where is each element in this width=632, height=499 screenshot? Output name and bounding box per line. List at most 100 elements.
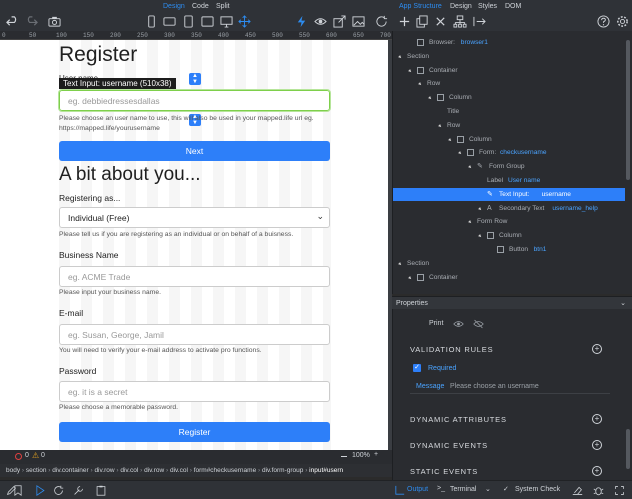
error-count[interactable]: 0 — [25, 452, 29, 459]
expand-toggle-icon[interactable]: ▲ — [473, 202, 486, 215]
tree-item[interactable]: Title — [393, 105, 625, 118]
add-static-event-icon[interactable]: + — [592, 466, 602, 476]
expand-toggle-icon[interactable]: ▲ — [403, 271, 416, 284]
expand-toggle-icon[interactable]: ▲ — [413, 78, 426, 91]
refresh-icon[interactable] — [375, 15, 389, 29]
expand-toggle-icon[interactable]: ▲ — [393, 257, 406, 270]
eraser-icon[interactable] — [572, 485, 583, 496]
required-checkbox[interactable]: ✓ — [413, 364, 421, 372]
lightning-icon[interactable] — [295, 15, 309, 29]
tree-item[interactable]: ▲ Container — [393, 64, 625, 77]
device-phone-icon[interactable] — [145, 15, 159, 29]
password-input[interactable]: eg. it is a secret — [59, 381, 330, 402]
tree-item[interactable]: ▲ A Secondary Text username_help — [393, 202, 625, 215]
eye-icon[interactable] — [314, 15, 328, 29]
expand-toggle-icon[interactable]: ▲ — [473, 229, 486, 242]
breadcrumb-item[interactable]: section — [26, 467, 47, 474]
mode-code[interactable]: Code — [192, 3, 209, 10]
help-icon[interactable] — [597, 15, 611, 29]
chevron-down-icon[interactable]: ⌄ — [485, 485, 491, 493]
tree-item[interactable]: Label User name — [393, 174, 625, 187]
breadcrumb-item[interactable]: form#checkusername — [194, 467, 257, 474]
expand-toggle-icon[interactable]: ▲ — [403, 64, 416, 77]
mode-split[interactable]: Split — [216, 3, 230, 10]
bookmark-icon[interactable] — [13, 485, 23, 496]
breadcrumb-item[interactable]: div.col — [170, 467, 188, 474]
tools-icon[interactable] — [73, 485, 84, 496]
message-input[interactable]: Please choose an username — [450, 383, 539, 390]
expand-toggle-icon[interactable]: ▲ — [443, 133, 456, 146]
bug-icon[interactable] — [593, 485, 604, 496]
design-canvas[interactable]: Register User name Text Input: username … — [0, 40, 388, 450]
expand-toggle-icon[interactable]: ▲ — [433, 119, 446, 132]
tree-item[interactable]: ▲ Form: checkusername — [393, 146, 625, 159]
tab-styles[interactable]: Styles — [478, 3, 497, 10]
add-dynamic-attribute-icon[interactable]: + — [592, 414, 602, 424]
breadcrumb-item[interactable]: div.row — [94, 467, 114, 474]
eye-icon[interactable] — [453, 319, 464, 329]
clipboard-icon[interactable] — [96, 485, 106, 496]
system-check-tab[interactable]: System Check — [515, 486, 560, 493]
breadcrumb-item[interactable]: div.container — [52, 467, 88, 474]
undo-icon[interactable] — [6, 15, 20, 29]
duplicate-icon[interactable] — [416, 15, 430, 29]
business-input[interactable]: eg. ACME Trade — [59, 266, 330, 287]
tree-item[interactable]: ✎ Text Input: username — [393, 187, 625, 201]
breadcrumb-item[interactable]: div.row — [144, 467, 164, 474]
tree-item[interactable]: ▲ Column — [393, 91, 625, 104]
output-tab[interactable]: Output — [407, 486, 428, 493]
tree-item[interactable]: Button btn1 — [393, 243, 625, 256]
expand-toggle-icon[interactable]: ▲ — [393, 50, 406, 63]
warning-count[interactable]: 0 — [41, 452, 45, 459]
expand-toggle-icon[interactable]: ▲ — [453, 147, 466, 160]
terminal-tab[interactable]: Terminal — [450, 486, 476, 493]
add-validation-icon[interactable]: + — [592, 344, 602, 354]
tree-scrollbar[interactable] — [626, 40, 630, 180]
camera-icon[interactable] — [48, 15, 62, 29]
delete-icon[interactable] — [434, 15, 448, 29]
tab-app-structure[interactable]: App Structure — [399, 3, 442, 10]
properties-scrollbar[interactable] — [626, 429, 630, 469]
email-input[interactable]: eg. Susan, George, Jamil — [59, 324, 330, 345]
breadcrumb-item[interactable]: body — [6, 467, 20, 474]
tree-item[interactable]: Browser: browser1 — [393, 36, 625, 49]
expand-toggle-icon[interactable]: ▲ — [423, 91, 436, 104]
zoom-out-icon[interactable] — [341, 456, 347, 457]
mode-design[interactable]: Design — [163, 3, 185, 10]
device-tablet-icon[interactable] — [182, 15, 196, 29]
next-button[interactable]: Next — [59, 141, 330, 161]
tree-item[interactable]: ▲ ✎ Form Group — [393, 160, 625, 173]
tree-item[interactable]: ▲ Column — [393, 133, 625, 146]
play-icon[interactable] — [35, 485, 45, 496]
image-icon[interactable] — [352, 15, 366, 29]
tree-item[interactable]: ▲ Row — [393, 77, 625, 90]
move-up-handle[interactable]: ▲ ▼ — [189, 73, 201, 85]
zoom-level[interactable]: 100% — [352, 452, 370, 459]
reload-icon[interactable] — [53, 485, 64, 496]
add-icon[interactable] — [398, 15, 412, 29]
tab-dom[interactable]: DOM — [505, 3, 521, 10]
zoom-in-icon[interactable]: + — [374, 451, 378, 458]
device-phone-landscape-icon[interactable] — [163, 15, 177, 29]
device-desktop-icon[interactable] — [220, 15, 234, 29]
username-input[interactable]: eg. debbiedressesdallas — [58, 89, 331, 112]
registering-select[interactable]: Individual (Free) ⌄ — [59, 207, 330, 228]
expand-icon[interactable] — [614, 485, 625, 496]
settings-icon[interactable] — [616, 15, 630, 29]
redo-icon[interactable] — [25, 15, 39, 29]
register-button[interactable]: Register — [59, 422, 330, 442]
share-icon[interactable] — [333, 15, 347, 29]
eye-slash-icon[interactable] — [473, 319, 484, 329]
tab-design[interactable]: Design — [450, 3, 472, 10]
device-tablet-landscape-icon[interactable] — [201, 15, 215, 29]
expand-toggle-icon[interactable]: ▲ — [463, 216, 476, 229]
tree-item[interactable]: ▲ Row — [393, 119, 625, 132]
breadcrumb-item[interactable]: div.form-group — [262, 467, 303, 474]
export-icon[interactable] — [473, 15, 487, 29]
fit-move-icon[interactable] — [238, 15, 252, 29]
tree-item[interactable]: ▲ Container — [393, 271, 625, 284]
tree-item[interactable]: ▲ Column — [393, 229, 625, 242]
breadcrumb-item[interactable]: div.col — [120, 467, 138, 474]
tree-item[interactable]: ▲ Form Row — [393, 215, 625, 228]
breadcrumb-item[interactable]: input#usern — [309, 467, 343, 474]
